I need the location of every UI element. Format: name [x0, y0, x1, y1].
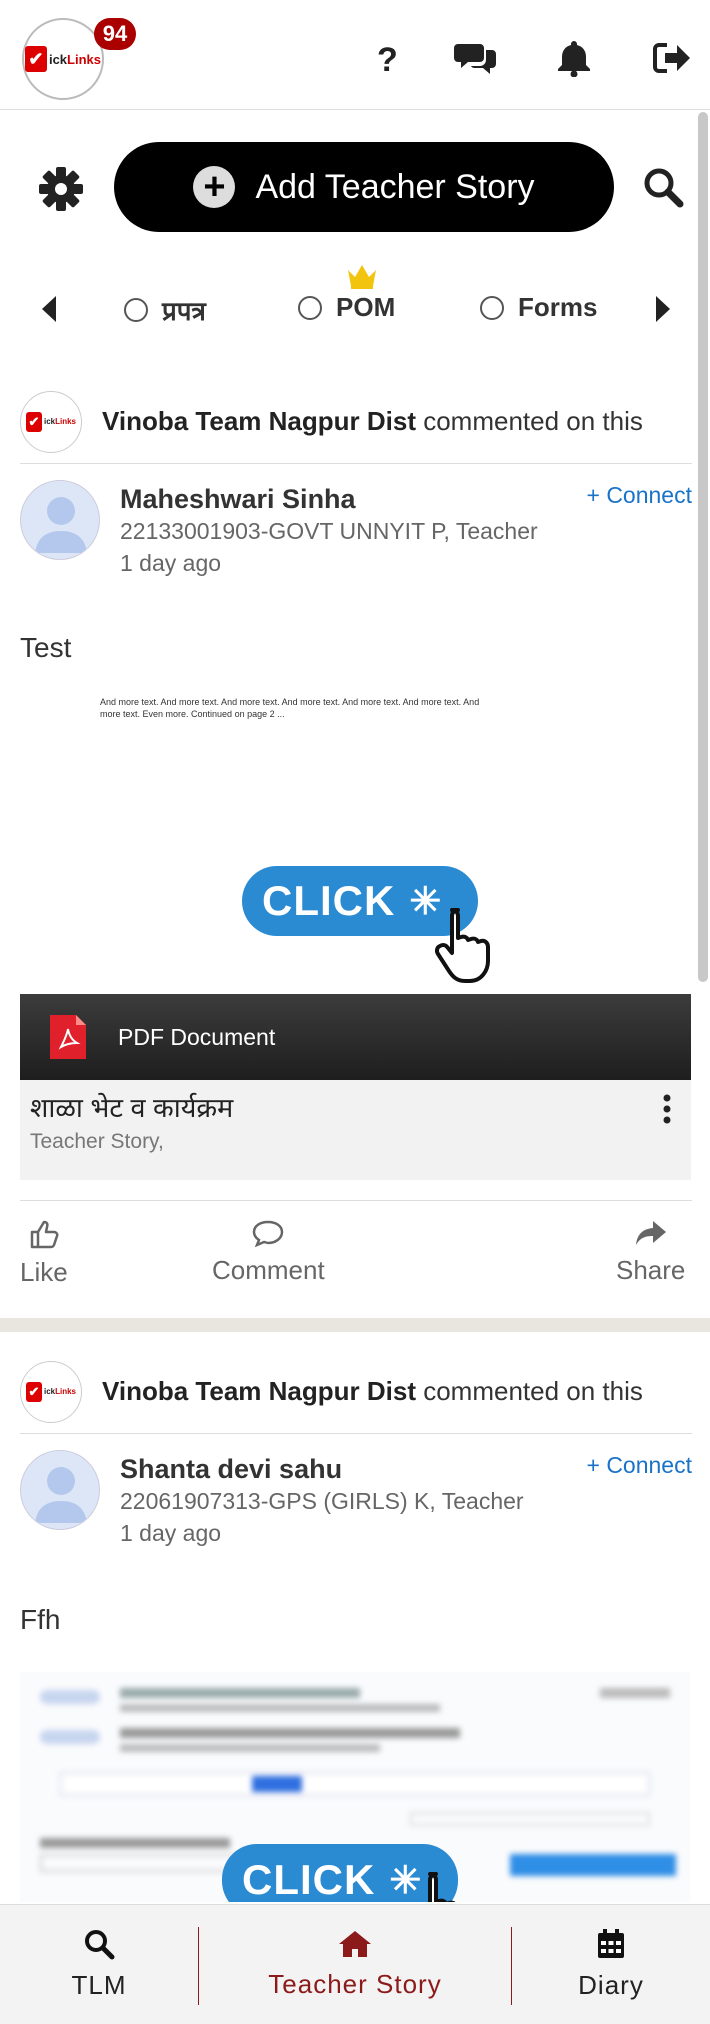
nav-label: TLM [71, 1970, 127, 2000]
post-time: 1 day ago [120, 1520, 222, 1546]
activity-text: Vinoba Team Nagpur Dist commented on thi… [102, 406, 643, 437]
calendar-icon [598, 1929, 624, 1958]
activity-header: ✔ ick Links Vinoba Team Nagpur Dist comme… [20, 380, 692, 464]
scroll-right-arrow-icon[interactable] [652, 294, 672, 324]
author-name[interactable]: Shanta devi sahu [120, 1454, 342, 1485]
document-category: Teacher Story, [30, 1130, 164, 1153]
activity-action: commented on this [423, 1376, 643, 1406]
author-school: 22061907313-GPS (GIRLS) K, Teacher [120, 1488, 524, 1514]
like-label: Like [20, 1257, 68, 1287]
pointer-hand-icon [410, 1868, 480, 1902]
nav-label: Teacher Story [268, 1969, 442, 1999]
connect-button[interactable]: + Connect [587, 482, 693, 509]
radio-button[interactable] [124, 298, 148, 322]
nav-tlm[interactable]: TLM [0, 1905, 198, 2024]
activity-author[interactable]: Vinoba Team Nagpur Dist [102, 1376, 416, 1406]
check-logo-icon: ✔ [24, 46, 47, 72]
search-icon [85, 1930, 115, 1960]
filter-option-forms[interactable]: Forms [480, 292, 597, 323]
comment-icon [253, 1220, 284, 1247]
filter-label: POM [336, 292, 396, 322]
click-label: CLICK [242, 1856, 376, 1902]
author-name[interactable]: Maheshwari Sinha [120, 484, 356, 515]
home-icon [339, 1931, 371, 1957]
help-icon[interactable]: ? [366, 38, 410, 78]
radio-button[interactable] [298, 295, 322, 320]
filter-option-pom[interactable]: POM [298, 292, 395, 323]
post-card: ✔ ick Links Vinoba Team Nagpur Dist comme… [0, 1350, 710, 1910]
post-time: 1 day ago [120, 550, 222, 576]
logo-text-brand: Links [67, 51, 102, 67]
radio-button[interactable] [480, 295, 504, 320]
document-bar[interactable]: PDF Document [20, 994, 691, 1080]
filter-option-prapatra[interactable]: प्रपत्र [124, 292, 206, 328]
avatar[interactable] [20, 480, 100, 560]
check-logo-icon: ✔ [25, 1381, 42, 1402]
logo-text: ick [48, 51, 68, 67]
post-actions: Like Comment Share [20, 1200, 692, 1312]
bottom-navigation: TLM Teacher Story Diary [0, 1904, 710, 2024]
team-logo[interactable]: ✔ ick Links [20, 1360, 82, 1423]
share-button[interactable]: Share [616, 1219, 685, 1286]
click-label: CLICK [262, 877, 396, 924]
nav-teacher-story[interactable]: Teacher Story [199, 1905, 511, 2024]
more-vertical-icon[interactable] [663, 1094, 671, 1124]
document-type: PDF Document [118, 1023, 276, 1050]
post-card: ✔ ick Links Vinoba Team Nagpur Dist comme… [0, 380, 710, 1320]
activity-text: Vinoba Team Nagpur Dist commented on thi… [102, 1376, 643, 1407]
activity-author[interactable]: Vinoba Team Nagpur Dist [102, 406, 416, 436]
post-text: Test [20, 632, 72, 663]
filter-label: प्रपत्र [162, 296, 206, 326]
scroll-left-arrow-icon[interactable] [40, 294, 60, 324]
author-school: 22133001903-GOVT UNNYIT P, Teacher [120, 518, 538, 544]
filter-label: Forms [518, 292, 598, 322]
activity-header: ✔ ick Links Vinoba Team Nagpur Dist comme… [20, 1350, 692, 1434]
pdf-icon [50, 1015, 86, 1059]
avatar[interactable] [20, 1450, 100, 1530]
share-label: Share [616, 1255, 686, 1285]
svg-text:?: ? [377, 41, 398, 75]
connect-button[interactable]: + Connect [587, 1452, 693, 1479]
add-teacher-story-button[interactable]: + Add Teacher Story [114, 142, 614, 232]
activity-action: commented on this [423, 406, 643, 436]
team-logo[interactable]: ✔ ick Links [20, 390, 82, 453]
check-logo-icon: ✔ [25, 411, 42, 432]
nav-label: Diary [578, 1970, 644, 2000]
preview-text: And more text. And more text. And more t… [100, 697, 480, 719]
document-title: शाळा भेट व कार्यक्रम [30, 1093, 234, 1123]
post-author: Maheshwari Sinha 22133001903-GOVT UNNYIT… [20, 480, 692, 590]
comment-label: Comment [212, 1255, 325, 1285]
pointer-hand-icon [432, 904, 502, 984]
document-preview[interactable]: And more text. And more text. And more t… [20, 696, 690, 986]
crown-icon [346, 262, 378, 290]
post-text: Ffh [20, 1604, 61, 1635]
nav-diary[interactable]: Diary [512, 1905, 710, 2024]
document-preview[interactable]: CLICK ✳ [20, 1672, 690, 1902]
share-icon [635, 1221, 666, 1245]
app-logo[interactable]: ✔ ick Links [22, 18, 104, 100]
plus-circle-icon: + [193, 166, 236, 208]
post-separator [0, 1318, 710, 1332]
bell-icon[interactable] [552, 38, 596, 78]
notification-count-badge: 94 [94, 18, 136, 50]
gear-icon[interactable] [38, 166, 84, 212]
chat-icon[interactable] [454, 38, 498, 78]
thumbs-up-icon [30, 1220, 59, 1249]
top-bar: ✔ ick Links 94 ? [0, 0, 710, 110]
comment-button[interactable]: Comment [212, 1219, 325, 1286]
post-author: Shanta devi sahu 22061907313-GPS (GIRLS)… [20, 1450, 692, 1560]
add-story-label: Add Teacher Story [255, 167, 535, 206]
search-icon[interactable] [642, 166, 684, 208]
document-info[interactable]: शाळा भेट व कार्यक्रम Teacher Story, [20, 1080, 691, 1180]
logout-icon[interactable] [650, 38, 694, 78]
like-button[interactable]: Like [20, 1219, 68, 1288]
